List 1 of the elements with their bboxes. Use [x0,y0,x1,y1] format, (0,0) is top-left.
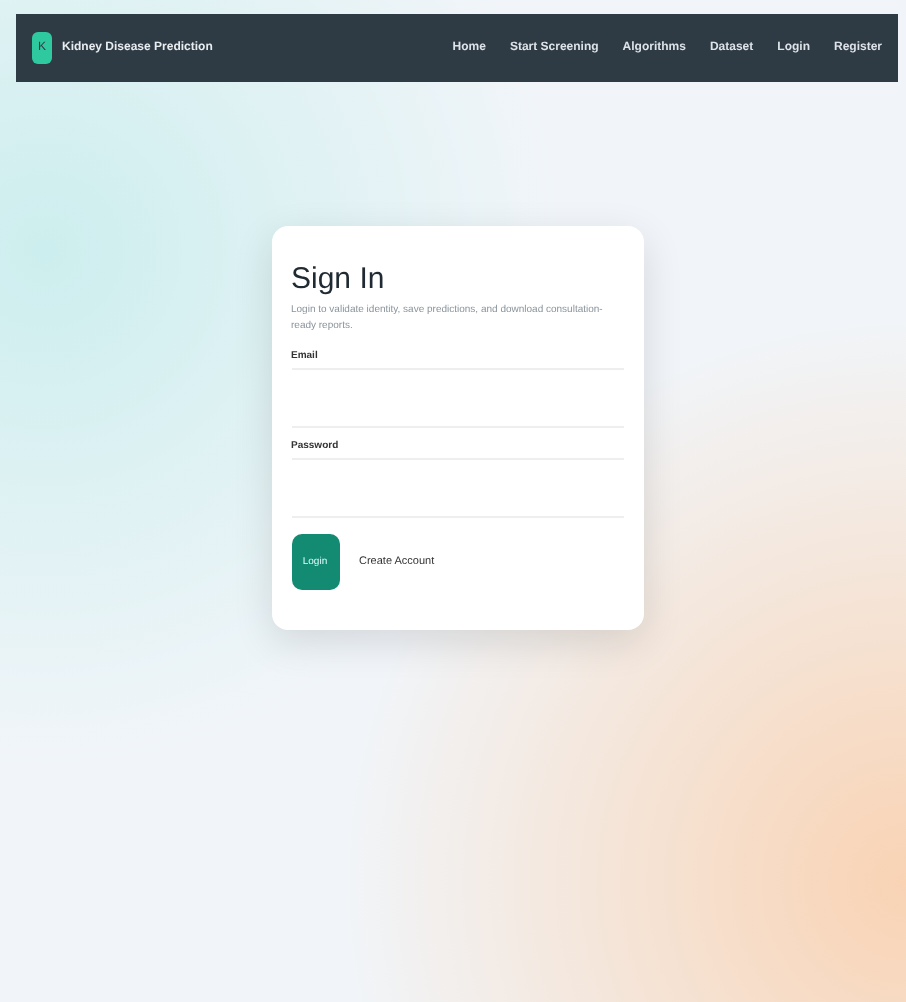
card-title: Sign In [291,262,387,296]
